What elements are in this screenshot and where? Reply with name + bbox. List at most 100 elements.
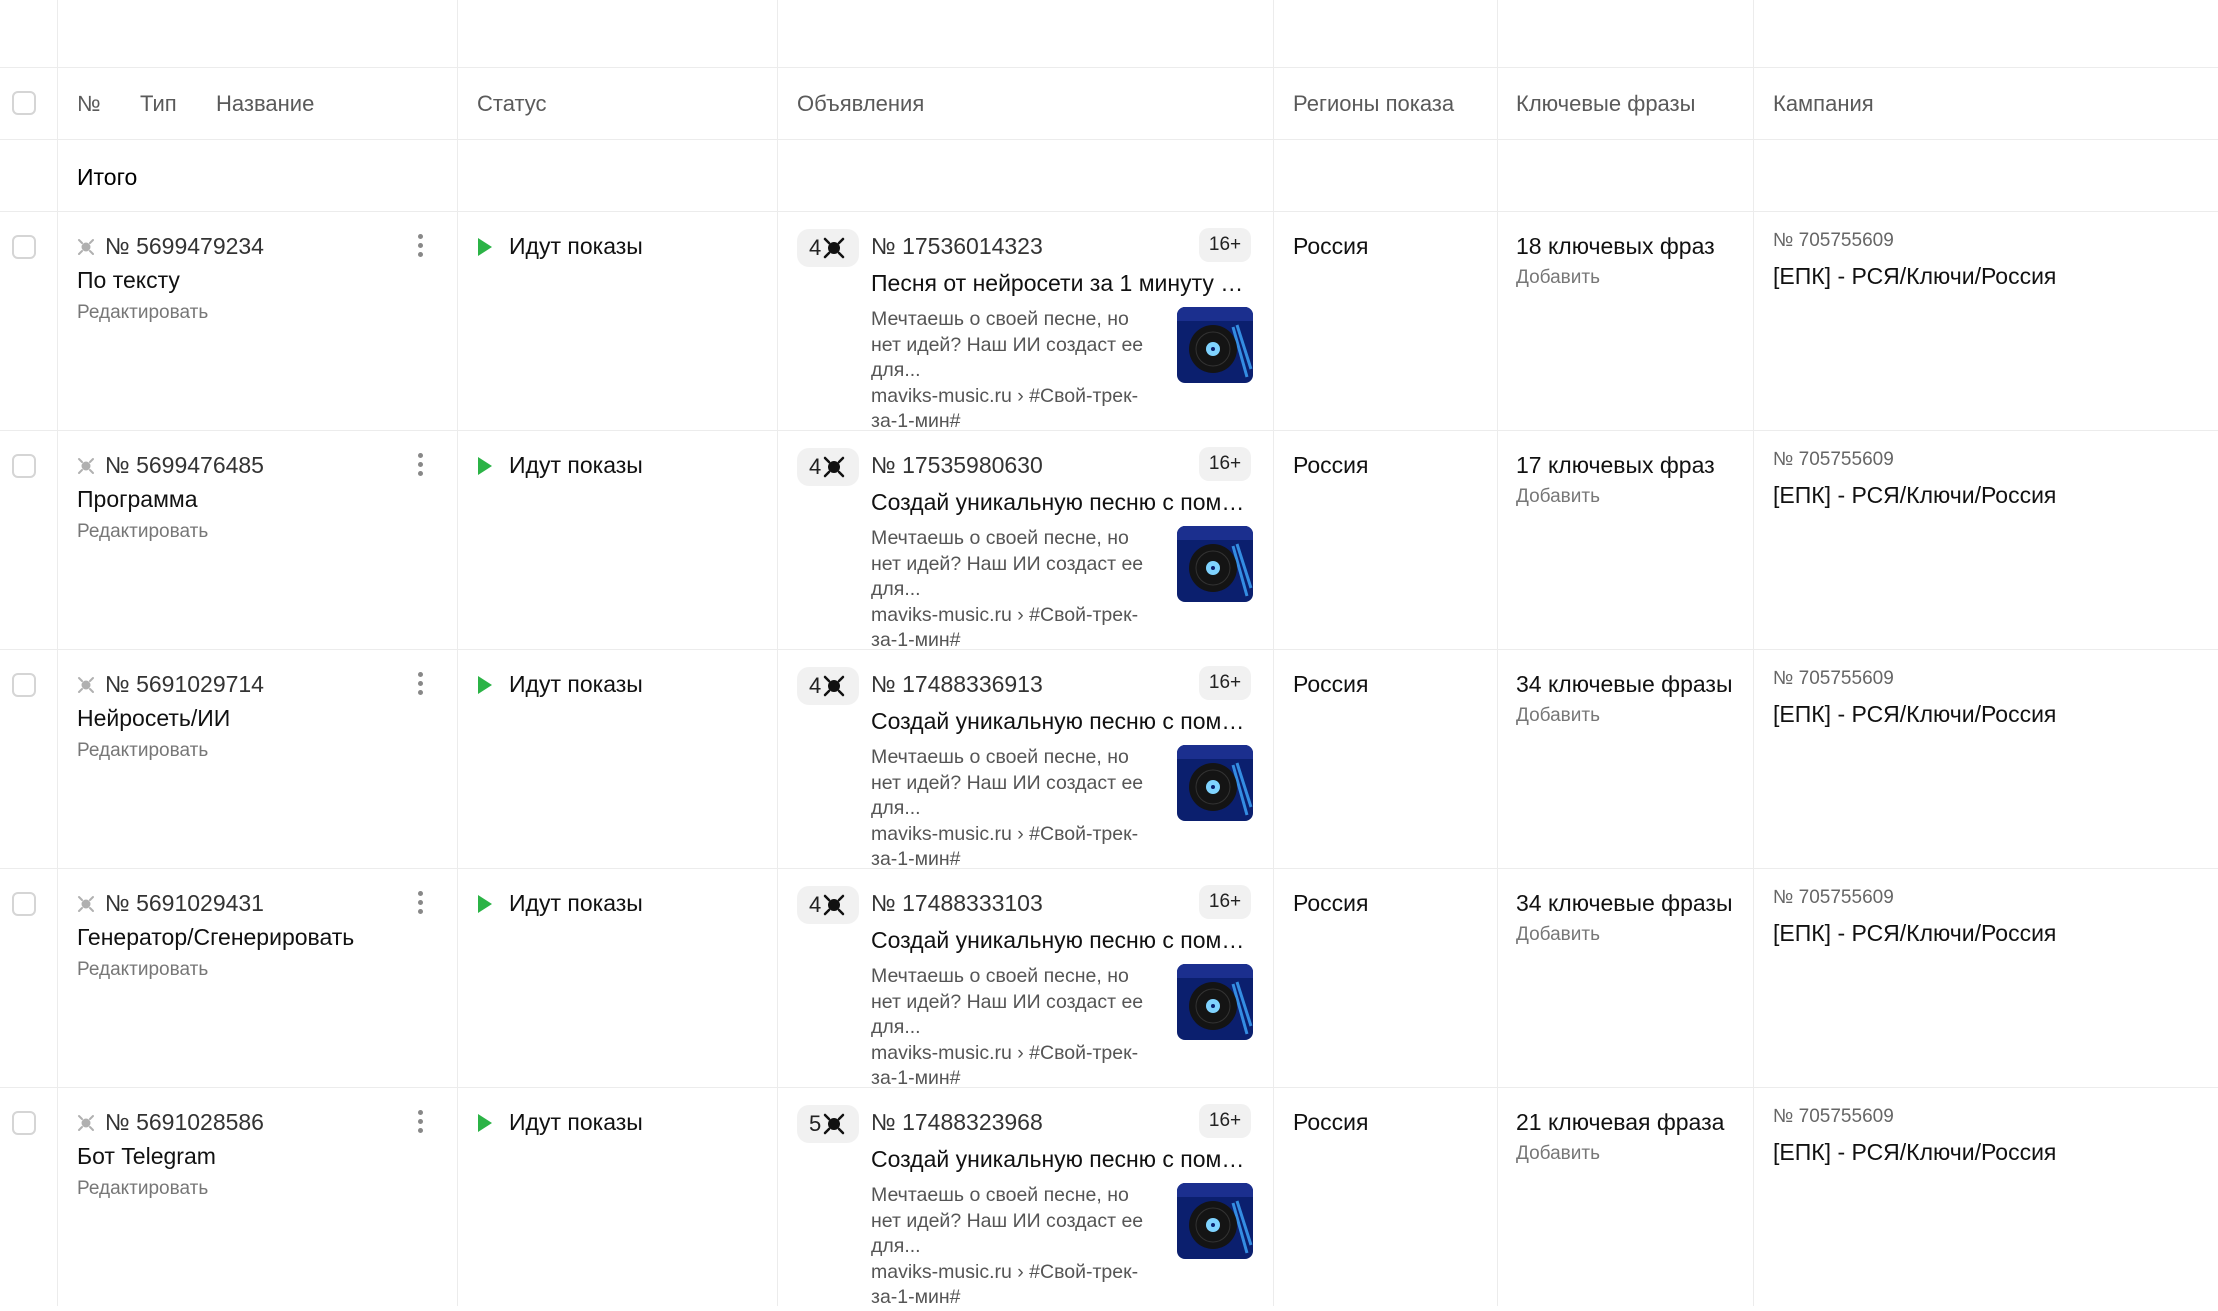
region: Россия: [1293, 671, 1369, 697]
more-menu-icon[interactable]: [410, 888, 430, 918]
total-label: Итого: [77, 164, 138, 190]
status-text: Идут показы: [509, 890, 643, 916]
ad-thumbnail-image: [1177, 1183, 1253, 1259]
status-text: Идут показы: [509, 1109, 643, 1135]
add-keywords-link[interactable]: Добавить: [1516, 924, 1600, 946]
header-number[interactable]: №: [77, 91, 101, 117]
network-group-icon: [78, 677, 94, 693]
table-row: № 5691029714 Нейросеть/ИИ Редактировать …: [0, 649, 2218, 870]
ad-id[interactable]: № 17535980630: [871, 452, 1043, 479]
campaign-name[interactable]: [ЕПК] - РСЯ/Ключи/Россия: [1773, 920, 2056, 947]
header-type[interactable]: Тип: [140, 91, 177, 117]
header-ads[interactable]: Объявления: [797, 91, 924, 117]
network-icon: [824, 675, 845, 697]
group-id: № 5691028586: [105, 1109, 264, 1135]
region: Россия: [1293, 890, 1369, 916]
network-icon: [824, 1113, 845, 1135]
ad-count-badge[interactable]: 5: [797, 1105, 859, 1143]
edit-link[interactable]: Редактировать: [77, 521, 208, 543]
status-text: Идут показы: [509, 671, 643, 697]
ad-count-badge[interactable]: 4: [797, 448, 859, 486]
campaign-id: № 705755609: [1773, 887, 1894, 908]
keywords-count[interactable]: 17 ключевых фраз: [1516, 452, 1715, 479]
group-name[interactable]: Программа: [77, 486, 198, 513]
header-regions[interactable]: Регионы показа: [1293, 91, 1454, 117]
row-checkbox[interactable]: [12, 892, 36, 916]
add-keywords-link[interactable]: Добавить: [1516, 1143, 1600, 1165]
ad-id[interactable]: № 17488333103: [871, 890, 1043, 917]
header-keywords[interactable]: Ключевые фразы: [1516, 91, 1695, 117]
ad-count-badge[interactable]: 4: [797, 229, 859, 267]
group-name[interactable]: Генератор/Сгенерировать: [77, 924, 354, 951]
row-checkbox[interactable]: [12, 454, 36, 478]
ad-link: maviks-music.ru › #Свой-трек-за-1-мин#: [871, 822, 1139, 871]
play-status-icon: [478, 238, 492, 256]
row-checkbox[interactable]: [12, 235, 36, 259]
campaign-name[interactable]: [ЕПК] - РСЯ/Ключи/Россия: [1773, 482, 2056, 509]
row-checkbox[interactable]: [12, 673, 36, 697]
keywords-count[interactable]: 34 ключевые фразы: [1516, 671, 1733, 698]
ad-text: Мечтаешь о своей песне, но нет идей? Наш…: [871, 308, 1144, 381]
ad-title: Песня от нейросети за 1 минуту п...: [871, 270, 1251, 296]
campaign-id: № 705755609: [1773, 230, 1894, 251]
header-campaign[interactable]: Кампания: [1773, 91, 1874, 117]
age-badge: 16+: [1199, 666, 1251, 700]
ad-count-badge[interactable]: 4: [797, 886, 859, 924]
status-text: Идут показы: [509, 233, 643, 259]
row-divider: [0, 139, 2218, 140]
network-icon: [824, 237, 845, 259]
group-id: № 5691029714: [105, 671, 264, 697]
ad-count: 5: [809, 1111, 822, 1136]
edit-link[interactable]: Редактировать: [77, 959, 208, 981]
ad-link: maviks-music.ru › #Свой-трек-за-1-мин#: [871, 1260, 1139, 1309]
ad-link: maviks-music.ru › #Свой-трек-за-1-мин#: [871, 384, 1139, 433]
ad-description: Мечтаешь о своей песне, но нет идей? Наш…: [871, 307, 1163, 435]
keywords-count[interactable]: 34 ключевые фразы: [1516, 890, 1733, 917]
header-status[interactable]: Статус: [477, 91, 547, 117]
select-all-checkbox[interactable]: [12, 91, 36, 115]
table-row: № 5699476485 Программа Редактировать Иду…: [0, 430, 2218, 651]
add-keywords-link[interactable]: Добавить: [1516, 267, 1600, 289]
network-group-icon: [78, 239, 94, 255]
ad-count: 4: [809, 235, 822, 260]
network-icon: [824, 456, 845, 478]
ad-id[interactable]: № 17488323968: [871, 1109, 1043, 1136]
add-keywords-link[interactable]: Добавить: [1516, 486, 1600, 508]
campaign-name[interactable]: [ЕПК] - РСЯ/Ключи/Россия: [1773, 263, 2056, 290]
campaign-name[interactable]: [ЕПК] - РСЯ/Ключи/Россия: [1773, 701, 2056, 728]
edit-link[interactable]: Редактировать: [77, 302, 208, 324]
group-name[interactable]: Нейросеть/ИИ: [77, 705, 230, 732]
ad-count-badge[interactable]: 4: [797, 667, 859, 705]
header-name[interactable]: Название: [216, 91, 314, 117]
group-id: № 5699479234: [105, 233, 264, 259]
age-badge: 16+: [1199, 228, 1251, 262]
region: Россия: [1293, 452, 1369, 478]
edit-link[interactable]: Редактировать: [77, 740, 208, 762]
region: Россия: [1293, 233, 1369, 259]
more-menu-icon[interactable]: [410, 669, 430, 699]
keywords-count[interactable]: 21 ключевая фраза: [1516, 1109, 1724, 1136]
keywords-count[interactable]: 18 ключевых фраз: [1516, 233, 1715, 260]
campaign-name[interactable]: [ЕПК] - РСЯ/Ключи/Россия: [1773, 1139, 2056, 1166]
group-name[interactable]: По тексту: [77, 267, 180, 294]
ad-id[interactable]: № 17536014323: [871, 233, 1043, 260]
region: Россия: [1293, 1109, 1369, 1135]
network-group-icon: [78, 458, 94, 474]
ad-description: Мечтаешь о своей песне, но нет идей? Наш…: [871, 526, 1163, 654]
more-menu-icon[interactable]: [410, 231, 430, 261]
ad-count: 4: [809, 892, 822, 917]
edit-link[interactable]: Редактировать: [77, 1178, 208, 1200]
campaign-id: № 705755609: [1773, 449, 1894, 470]
add-keywords-link[interactable]: Добавить: [1516, 705, 1600, 727]
status-text: Идут показы: [509, 452, 643, 478]
more-menu-icon[interactable]: [410, 450, 430, 480]
ad-text: Мечтаешь о своей песне, но нет идей? Наш…: [871, 527, 1144, 600]
age-badge: 16+: [1199, 1104, 1251, 1138]
ad-id[interactable]: № 17488336913: [871, 671, 1043, 698]
play-status-icon: [478, 1114, 492, 1132]
play-status-icon: [478, 895, 492, 913]
row-checkbox[interactable]: [12, 1111, 36, 1135]
ad-count: 4: [809, 673, 822, 698]
more-menu-icon[interactable]: [410, 1107, 430, 1137]
group-name[interactable]: Бот Telegram: [77, 1143, 216, 1170]
